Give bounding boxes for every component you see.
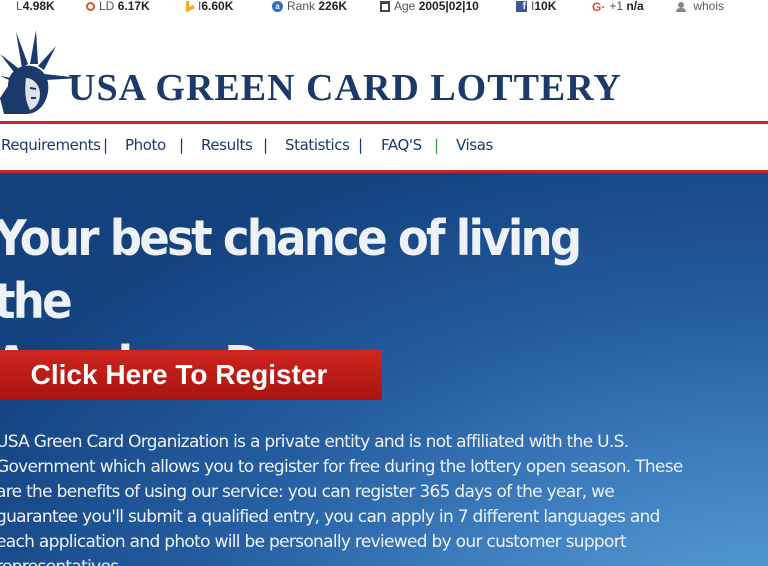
seo-alexa-rank[interactable]: a Rank 226K <box>272 0 347 14</box>
bing-icon <box>186 1 194 13</box>
register-button[interactable]: Click Here To Register <box>0 350 382 400</box>
seo-links[interactable]: L4.98K <box>6 0 55 14</box>
facebook-icon: f <box>516 1 527 13</box>
hero-description: USA Green Card Organization is a private… <box>0 432 683 566</box>
nav-item-photo[interactable]: Photo <box>125 136 166 154</box>
hero-headline-line1: Your best chance of living the <box>0 210 582 330</box>
nav-item-requirements[interactable]: Requirements <box>1 136 101 154</box>
nav-item-visas[interactable]: Visas <box>456 136 493 154</box>
seo-linking-domains[interactable]: LD 6.17K <box>86 0 150 14</box>
seo-domain-age[interactable]: Age 2005|02|10 <box>380 0 479 14</box>
nav-separator: | <box>263 136 269 154</box>
alexa-icon: a <box>272 1 283 13</box>
google-plus-icon: G· <box>592 0 606 14</box>
nav-item-statistics[interactable]: Statistics <box>285 136 350 154</box>
seo-facebook-likes[interactable]: f I10K <box>516 0 556 14</box>
site-header: USA GREEN CARD LOTTERY <box>0 14 768 122</box>
nav-item-faqs[interactable]: FAQ'S <box>381 136 422 154</box>
nav-separator: | <box>179 136 185 154</box>
main-nav: Requirements | Photo | Results | Statist… <box>0 124 768 170</box>
user-icon <box>676 1 686 12</box>
seo-bing-index[interactable]: I6.60K <box>186 0 233 14</box>
seo-toolbar: L4.98K LD 6.17K I6.60K a Rank 226K Age 20… <box>0 0 768 14</box>
site-title[interactable]: USA GREEN CARD LOTTERY <box>68 66 622 110</box>
nav-separator: | <box>103 136 109 154</box>
seo-whois[interactable]: whois <box>676 0 724 14</box>
circle-icon <box>86 2 95 12</box>
nav-separator: | <box>434 136 440 154</box>
calendar-icon <box>380 1 390 13</box>
hero-banner: Your best chance of living the American … <box>0 173 768 566</box>
seo-google-plus[interactable]: G· +1 n/a <box>592 0 644 14</box>
nav-item-results[interactable]: Results <box>201 136 253 154</box>
nav-separator: | <box>358 136 364 154</box>
